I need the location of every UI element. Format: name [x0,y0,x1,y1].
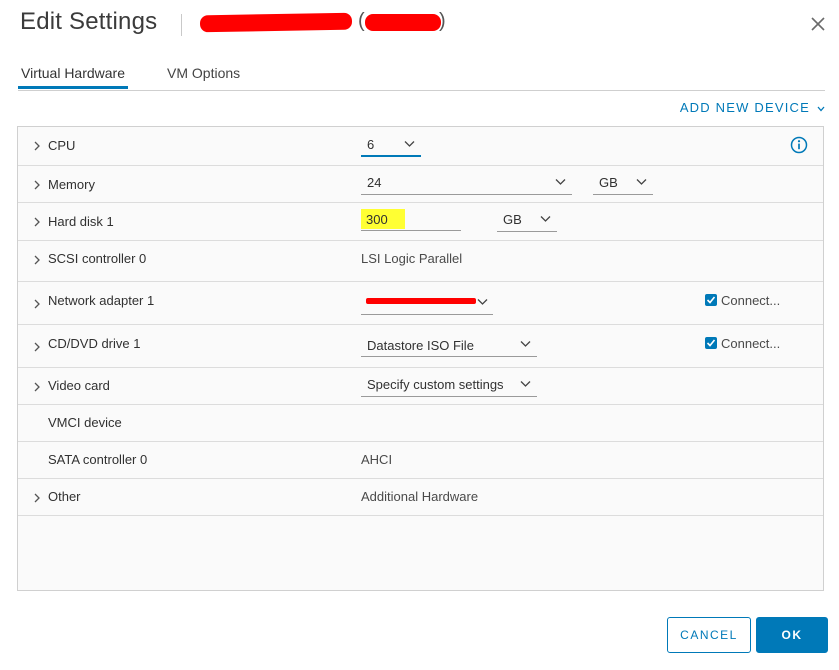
hardware-row-sata-controller: SATA controller 0 AHCI [18,442,823,479]
vm-name-redaction [199,12,353,33]
other-label: Other [48,489,81,504]
hardware-row-network-adapter: Network adapter 1 Connect... [18,282,823,325]
memory-unit-select[interactable]: GB [593,173,653,195]
hardware-row-other: Other Additional Hardware [18,479,823,516]
chevron-down-icon [813,104,825,115]
tab-vm-options[interactable]: VM Options [164,58,243,89]
checkmark-icon [706,296,716,304]
chevron-down-icon [520,341,531,347]
info-icon[interactable] [790,136,808,154]
hard-disk-value: 300 [366,212,388,227]
network-adapter-label: Network adapter 1 [48,293,155,308]
hardware-row-video-card: Video card Specify custom settings [18,368,823,405]
hardware-row-memory: Memory 24 GB [18,166,823,203]
sata-value: AHCI [361,452,393,467]
cpu-select[interactable]: 6 [361,135,421,157]
vm-id-redaction [365,14,441,31]
title-separator [181,14,182,36]
hardware-row-cpu: CPU 6 [18,127,823,166]
chevron-down-icon [636,179,647,185]
hard-disk-unit: GB [503,212,522,227]
add-new-device-button[interactable]: ADD NEW DEVICE [680,100,825,115]
cd-dvd-select[interactable]: Datastore ISO File [361,335,537,357]
cd-dvd-value: Datastore ISO File [367,338,474,353]
video-card-value: Specify custom settings [367,377,504,392]
hard-disk-label: Hard disk 1 [48,214,114,229]
vm-id-open-paren: ( [358,10,365,32]
hardware-row-vmci-device: VMCI device [18,405,823,442]
scsi-label: SCSI controller 0 [48,251,147,266]
memory-value: 24 [367,175,382,190]
cd-dvd-connect-checkbox[interactable]: Connect... [705,336,780,351]
chevron-right-icon[interactable] [32,141,42,151]
hard-disk-size-input[interactable]: 300 [361,209,461,231]
ok-button[interactable]: OK [756,617,828,653]
edit-settings-dialog: Edit Settings ( ) Virtual Hardware VM Op… [0,0,839,670]
network-connect-checkbox[interactable]: Connect... [705,293,780,308]
hardware-row-hard-disk: Hard disk 1 300 GB [18,203,823,241]
other-value: Additional Hardware [361,489,479,504]
network-connect-label: Connect... [721,293,781,308]
checkmark-icon [706,339,716,347]
checkbox-checked [705,337,717,349]
close-button[interactable] [807,13,829,35]
tab-virtual-hardware[interactable]: Virtual Hardware [18,58,129,89]
video-card-select[interactable]: Specify custom settings [361,375,537,397]
chevron-down-icon [477,299,488,305]
cpu-label: CPU [48,138,76,153]
vmci-label: VMCI device [48,415,122,430]
chevron-down-icon [555,179,566,185]
checkbox-checked [705,294,717,306]
network-name-redaction [366,298,476,304]
scsi-value: LSI Logic Parallel [361,251,463,266]
memory-select[interactable]: 24 [361,173,572,195]
vm-id-close-paren: ) [439,10,446,32]
chevron-down-icon [540,216,551,222]
memory-label: Memory [48,177,95,192]
hardware-table: CPU 6 Memory 24 GB Hard disk 1 300 GB SC… [17,126,824,591]
chevron-right-icon[interactable] [32,255,42,265]
hardware-row-scsi-controller: SCSI controller 0 LSI Logic Parallel [18,241,823,282]
chevron-right-icon[interactable] [32,382,42,392]
chevron-right-icon[interactable] [32,217,42,227]
cd-dvd-label: CD/DVD drive 1 [48,336,141,351]
network-select[interactable] [361,293,493,315]
chevron-right-icon[interactable] [32,342,42,352]
cpu-value: 6 [367,137,375,152]
chevron-down-icon [404,141,415,147]
memory-unit: GB [599,175,618,190]
sata-label: SATA controller 0 [48,452,148,467]
cd-dvd-connect-label: Connect... [721,336,781,351]
cancel-button[interactable]: CANCEL [667,617,751,653]
chevron-right-icon[interactable] [32,180,42,190]
chevron-down-icon [520,381,531,387]
add-new-device-label: ADD NEW DEVICE [679,100,811,115]
tab-bar: Virtual Hardware VM Options [18,58,825,91]
chevron-right-icon[interactable] [32,299,42,309]
hard-disk-unit-select[interactable]: GB [497,210,557,232]
hardware-row-cd-dvd-drive: CD/DVD drive 1 Datastore ISO File Connec… [18,325,823,368]
chevron-right-icon[interactable] [32,493,42,503]
close-icon [811,17,825,31]
dialog-title: Edit Settings [20,8,158,35]
video-card-label: Video card [48,378,110,393]
